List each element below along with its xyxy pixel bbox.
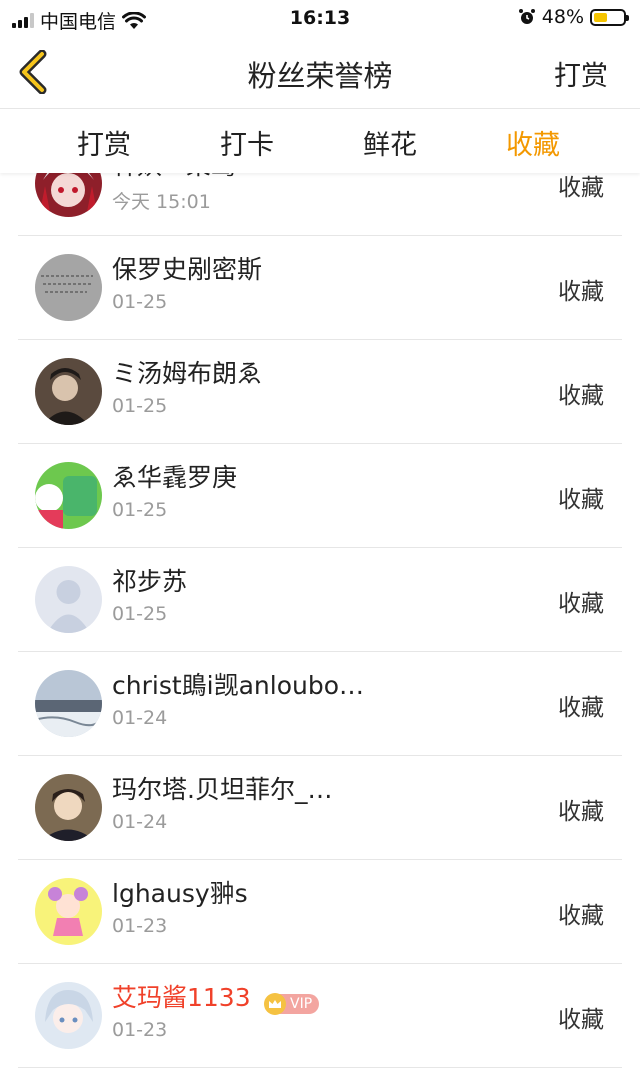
vip-badge: VIP — [264, 992, 320, 1015]
action-label: 收藏 — [558, 175, 604, 201]
list-item[interactable]: 艾玛酱1133 VIP 01-23 收藏 — [0, 964, 640, 1068]
fan-date: 01-25 — [112, 499, 168, 521]
fan-date: 今天 15:01 — [112, 191, 211, 213]
tab-bar: 打赏 打卡 鲜花 收藏 — [0, 109, 640, 173]
battery-icon — [590, 8, 629, 26]
list-item[interactable]: ミ汤姆布朗ゑ 01-25 收藏 — [0, 340, 640, 444]
action-label: 收藏 — [558, 903, 604, 929]
fan-date: 01-23 — [112, 1019, 168, 1041]
list-item[interactable]: christ鴡i觊anloubo… 01-24 收藏 — [0, 652, 640, 756]
fan-name: lghausy翀s — [112, 879, 248, 908]
fan-date: 01-24 — [112, 811, 168, 833]
fan-name: 保罗史剐密斯 — [112, 255, 263, 284]
list-item[interactable]: 玛尔塔.贝坦菲尔_… 01-24 收藏 — [0, 756, 640, 860]
fan-date: 01-24 — [112, 707, 168, 729]
anime-boy-avatar[interactable] — [35, 774, 102, 841]
man-portrait-avatar[interactable] — [35, 358, 102, 425]
action-label: 收藏 — [558, 487, 604, 513]
fan-date: 01-23 — [112, 915, 168, 937]
list-item[interactable]: 祁步苏 01-25 收藏 — [0, 548, 640, 652]
tab-checkin[interactable]: 打卡 — [187, 123, 307, 162]
nav-bar: 粉丝荣誉榜 打赏 — [0, 36, 640, 109]
status-right: 48% — [518, 6, 629, 28]
battery-fill — [594, 12, 607, 22]
tab-reward[interactable]: 打赏 — [44, 123, 164, 162]
action-label: 收藏 — [558, 1007, 604, 1033]
default-avatar[interactable] — [35, 566, 102, 633]
fan-date: 01-25 — [112, 291, 168, 313]
fan-list[interactable]: 林妖 · 柒鸳 今天 15:01 收藏 保罗史剐密斯 01-25 收藏 ミ汤姆布… — [0, 132, 640, 1068]
action-label: 收藏 — [558, 279, 604, 305]
fan-name: ゑ华毳罗庚 — [112, 463, 238, 492]
reward-button[interactable]: 打赏 — [554, 54, 608, 93]
tab-flowers[interactable]: 鲜花 — [330, 123, 450, 162]
fan-name: christ鴡i觊anloubo… — [112, 671, 365, 700]
action-label: 收藏 — [558, 591, 604, 617]
crown-icon — [264, 992, 286, 1015]
landscape-avatar[interactable] — [35, 670, 102, 737]
page-title: 粉丝荣誉榜 — [247, 59, 393, 93]
battery-percent: 48% — [541, 6, 584, 28]
list-item[interactable]: 保罗史剐密斯 01-25 收藏 — [0, 236, 640, 340]
list-item[interactable]: ゑ华毳罗庚 01-25 收藏 — [0, 444, 640, 548]
fan-name: 艾玛酱1133 — [112, 983, 251, 1012]
list-item[interactable]: lghausy翀s 01-23 收藏 — [0, 860, 640, 964]
fan-date: 01-25 — [112, 395, 168, 417]
fan-name: 玛尔塔.贝坦菲尔_… — [112, 775, 333, 804]
green-poster-avatar[interactable] — [35, 462, 102, 529]
action-label: 收藏 — [558, 799, 604, 825]
fan-name: 祁步苏 — [112, 567, 188, 596]
action-label: 收藏 — [558, 383, 604, 409]
anime-white-hair-avatar[interactable] — [35, 982, 102, 1049]
cartoon-girl-avatar[interactable] — [35, 878, 102, 945]
action-label: 收藏 — [558, 695, 604, 721]
alarm-icon — [518, 9, 535, 24]
handwriting-avatar[interactable] — [35, 254, 102, 321]
tab-favorites[interactable]: 收藏 — [473, 123, 593, 162]
fan-date: 01-25 — [112, 603, 168, 625]
fan-name: ミ汤姆布朗ゑ — [112, 359, 263, 388]
status-bar: 中国电信 16:13 48% — [0, 0, 640, 36]
